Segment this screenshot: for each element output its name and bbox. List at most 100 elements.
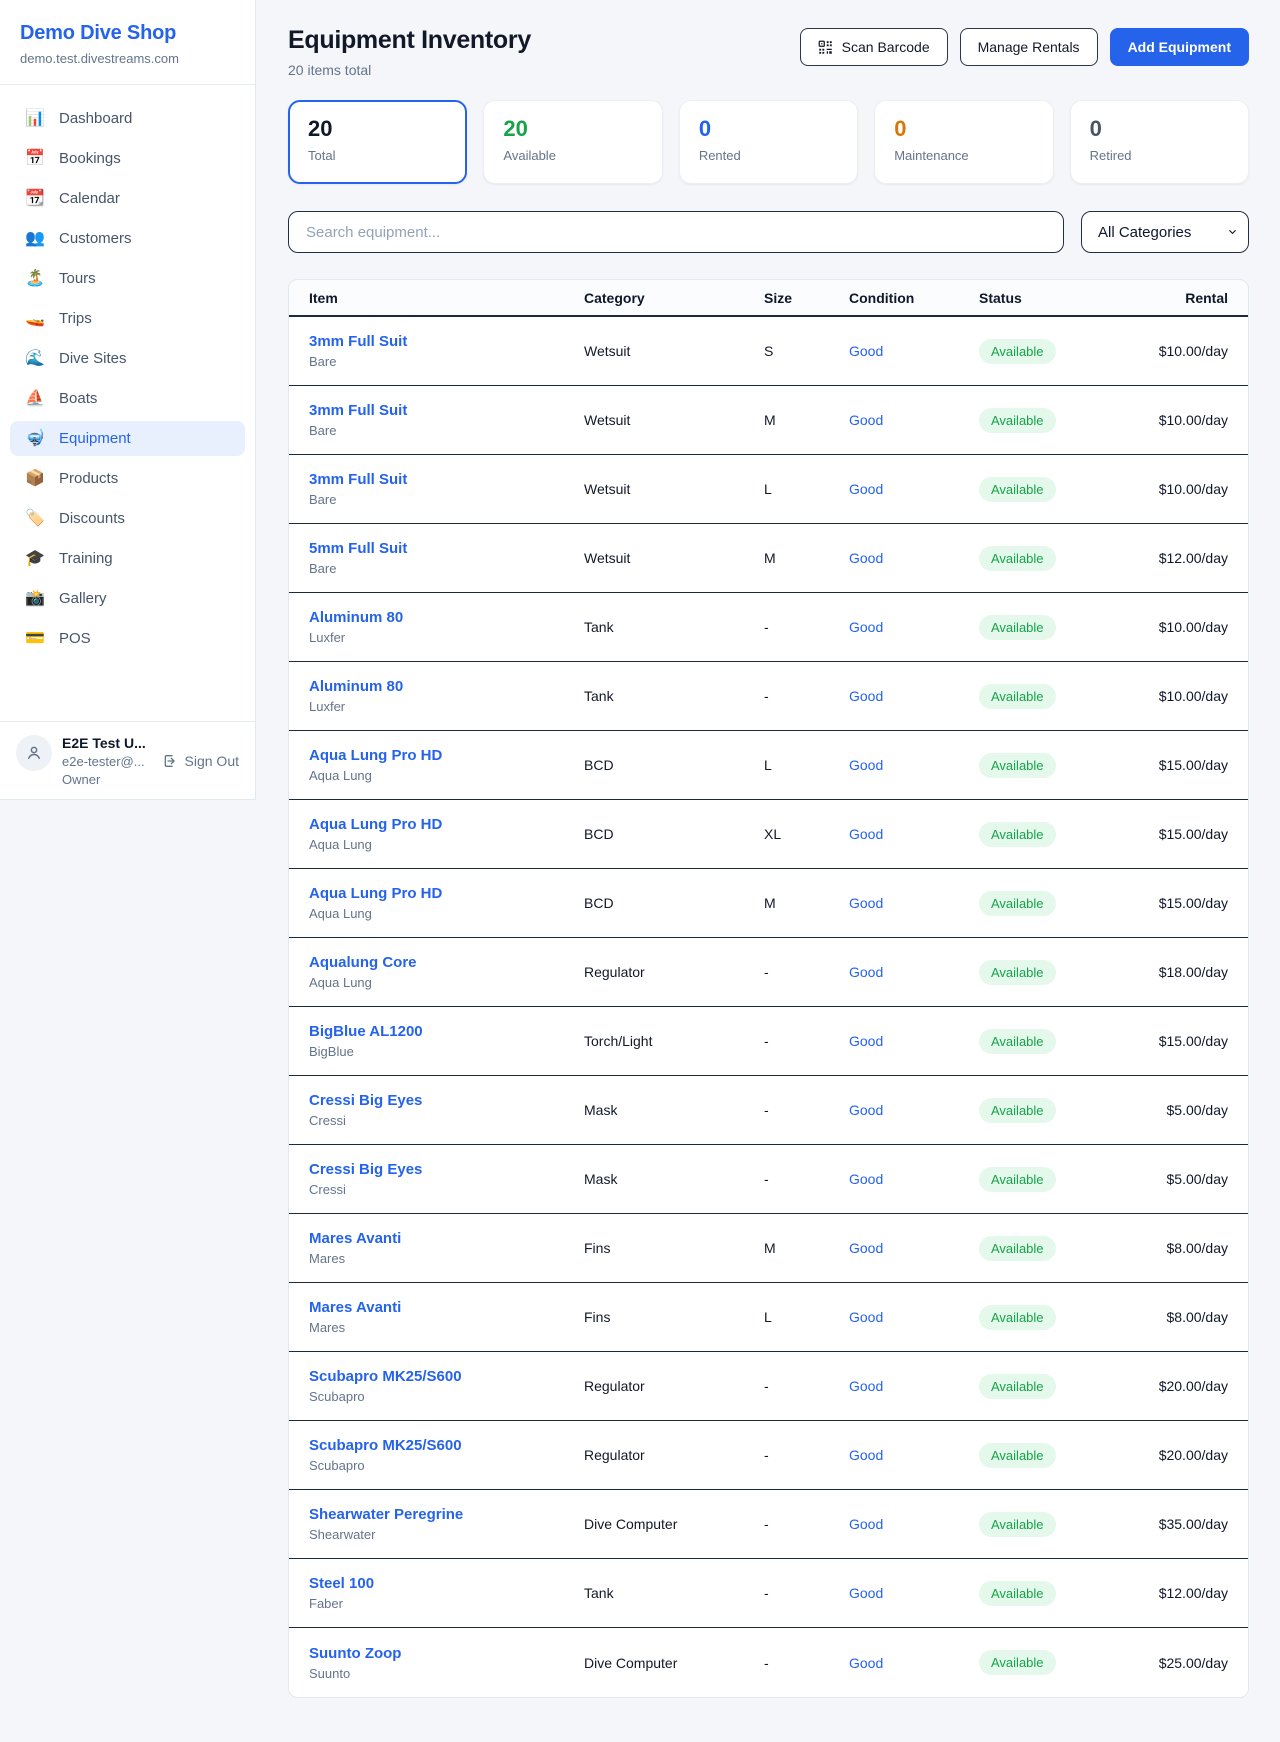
sidebar-item-dive-sites[interactable]: 🌊 Dive Sites [10,341,245,376]
item-name-link[interactable]: Mares Avanti [309,1299,584,1316]
category-cell: Wetsuit [584,481,764,497]
item-name-link[interactable]: Steel 100 [309,1575,584,1592]
item-name-link[interactable]: Shearwater Peregrine [309,1506,584,1523]
table-row: 3mm Full Suit Bare Wetsuit M Good Availa… [289,386,1248,455]
item-brand: Mares [309,1320,584,1335]
condition-link[interactable]: Good [849,1378,979,1394]
condition-link[interactable]: Good [849,1171,979,1187]
sidebar-item-label: POS [59,630,91,647]
status-badge: Available [979,960,1056,985]
add-equipment-button[interactable]: Add Equipment [1110,28,1249,66]
stat-card-available[interactable]: 20 Available [483,100,662,184]
item-name-link[interactable]: Mares Avanti [309,1230,584,1247]
sidebar-item-pos[interactable]: 💳 POS [10,621,245,656]
item-name-link[interactable]: Suunto Zoop [309,1645,584,1662]
sidebar-item-label: Trips [59,310,92,327]
sidebar-item-customers[interactable]: 👥 Customers [10,221,245,256]
condition-link[interactable]: Good [849,688,979,704]
item-name-link[interactable]: 3mm Full Suit [309,471,584,488]
item-name-link[interactable]: Cressi Big Eyes [309,1161,584,1178]
item-name-link[interactable]: 3mm Full Suit [309,333,584,350]
item-cell: Mares Avanti Mares [309,1299,584,1335]
condition-link[interactable]: Good [849,1033,979,1049]
condition-link[interactable]: Good [849,1585,979,1601]
sidebar-item-equipment[interactable]: 🤿 Equipment [10,421,245,456]
status-cell: Available [979,753,1154,778]
status-badge: Available [979,891,1056,916]
item-name-link[interactable]: Aqualung Core [309,954,584,971]
item-brand: Luxfer [309,630,584,645]
manage-rentals-button[interactable]: Manage Rentals [960,28,1098,66]
condition-link[interactable]: Good [849,1240,979,1256]
sidebar-item-dashboard[interactable]: 📊 Dashboard [10,101,245,136]
condition-link[interactable]: Good [849,895,979,911]
sidebar-item-bookings[interactable]: 📅 Bookings [10,141,245,176]
category-select[interactable]: All Categories [1081,211,1249,253]
condition-link[interactable]: Good [849,550,979,566]
rental-cell: $10.00/day [1154,343,1228,359]
condition-link[interactable]: Good [849,1447,979,1463]
category-cell: Dive Computer [584,1516,764,1532]
rental-cell: $15.00/day [1154,757,1228,773]
condition-link[interactable]: Good [849,343,979,359]
item-name-link[interactable]: Cressi Big Eyes [309,1092,584,1109]
condition-link[interactable]: Good [849,1102,979,1118]
condition-link[interactable]: Good [849,757,979,773]
item-name-link[interactable]: BigBlue AL1200 [309,1023,584,1040]
condition-link[interactable]: Good [849,826,979,842]
page-header-text: Equipment Inventory 20 items total [288,26,531,78]
avatar [16,735,52,771]
category-cell: Wetsuit [584,550,764,566]
item-name-link[interactable]: Scubapro MK25/S600 [309,1368,584,1385]
stat-card-total[interactable]: 20 Total [288,100,467,184]
condition-link[interactable]: Good [849,1655,979,1671]
sidebar-item-calendar[interactable]: 📆 Calendar [10,181,245,216]
calendar-date-icon: 📅 [24,151,46,167]
sidebar-item-trips[interactable]: 🚤 Trips [10,301,245,336]
sidebar-item-tours[interactable]: 🏝️ Tours [10,261,245,296]
stat-card-rented[interactable]: 0 Rented [679,100,858,184]
item-name-link[interactable]: 3mm Full Suit [309,402,584,419]
sidebar-item-gallery[interactable]: 📸 Gallery [10,581,245,616]
category-cell: BCD [584,895,764,911]
condition-link[interactable]: Good [849,1309,979,1325]
status-badge: Available [979,477,1056,502]
item-name-link[interactable]: Aqua Lung Pro HD [309,747,584,764]
scan-barcode-label: Scan Barcode [842,39,930,55]
condition-link[interactable]: Good [849,619,979,635]
item-cell: Mares Avanti Mares [309,1230,584,1266]
status-cell: Available [979,1581,1154,1606]
sidebar-item-boats[interactable]: ⛵ Boats [10,381,245,416]
stat-value: 20 [503,116,642,142]
item-name-link[interactable]: Scubapro MK25/S600 [309,1437,584,1454]
item-name-link[interactable]: Aluminum 80 [309,609,584,626]
sidebar-item-training[interactable]: 🎓 Training [10,541,245,576]
search-input[interactable] [288,211,1064,253]
item-name-link[interactable]: 5mm Full Suit [309,540,584,557]
stat-card-maintenance[interactable]: 0 Maintenance [874,100,1053,184]
condition-link[interactable]: Good [849,964,979,980]
scan-barcode-button[interactable]: Scan Barcode [800,28,948,66]
table-row: 5mm Full Suit Bare Wetsuit M Good Availa… [289,524,1248,593]
condition-link[interactable]: Good [849,1516,979,1532]
stat-card-retired[interactable]: 0 Retired [1070,100,1249,184]
item-cell: 3mm Full Suit Bare [309,471,584,507]
diving-mask-icon: 🤿 [24,431,46,447]
rental-cell: $20.00/day [1154,1378,1228,1394]
condition-link[interactable]: Good [849,481,979,497]
sidebar-item-label: Equipment [59,430,131,447]
status-badge: Available [979,1443,1056,1468]
sidebar-item-label: Boats [59,390,97,407]
status-badge: Available [979,822,1056,847]
item-name-link[interactable]: Aqua Lung Pro HD [309,885,584,902]
rental-cell: $20.00/day [1154,1447,1228,1463]
sidebar-item-products[interactable]: 📦 Products [10,461,245,496]
item-name-link[interactable]: Aqua Lung Pro HD [309,816,584,833]
status-cell: Available [979,1305,1154,1330]
condition-link[interactable]: Good [849,412,979,428]
sign-out-button[interactable]: Sign Out [162,753,239,769]
status-cell: Available [979,1236,1154,1261]
page-header: Equipment Inventory 20 items total Scan … [288,26,1249,78]
item-name-link[interactable]: Aluminum 80 [309,678,584,695]
sidebar-item-discounts[interactable]: 🏷️ Discounts [10,501,245,536]
